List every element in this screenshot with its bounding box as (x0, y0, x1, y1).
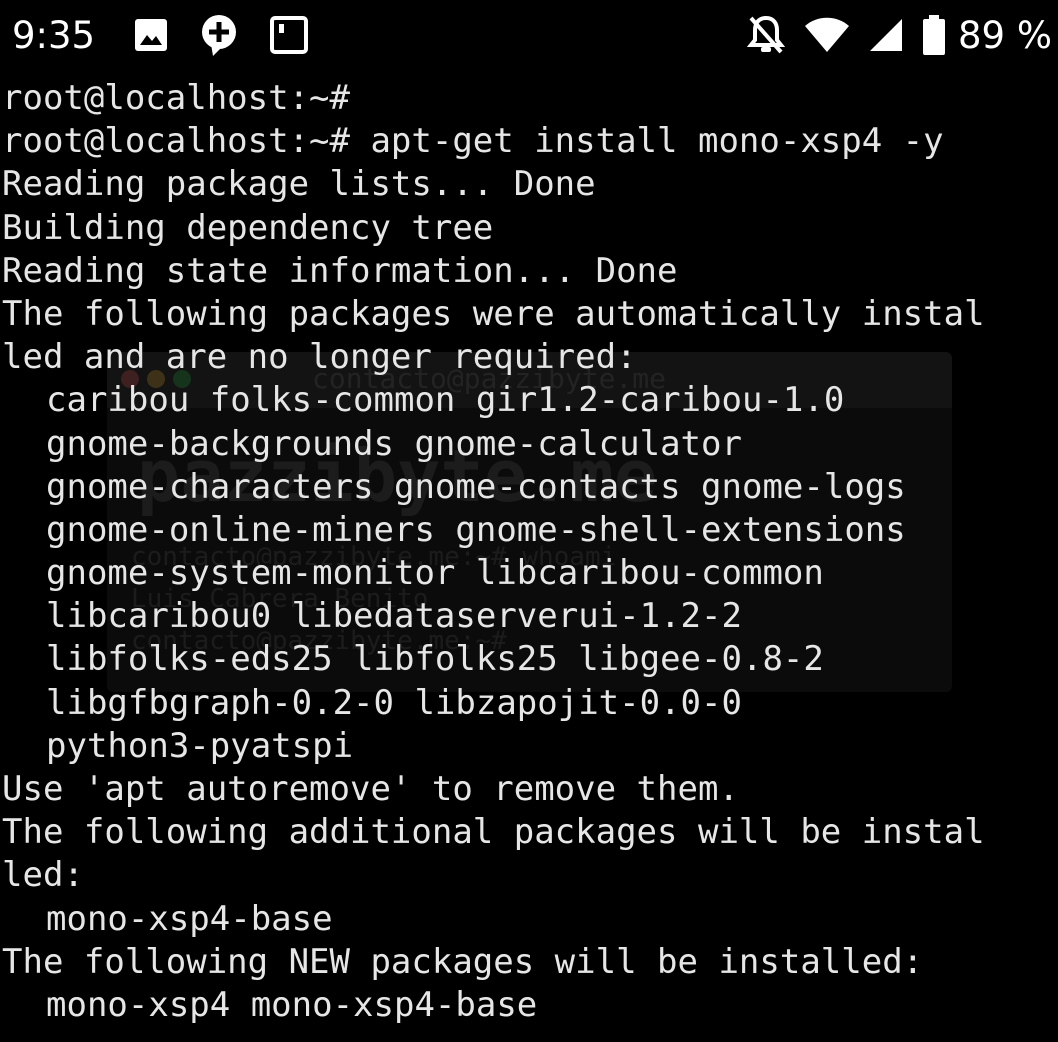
battery-percent: 89 % (958, 13, 1052, 57)
terminal-line: gnome-backgrounds gnome-calculator (46, 423, 742, 464)
terminal-line: led and are no longer required: (2, 337, 637, 378)
status-bar: 9:35 89 % (0, 0, 1058, 70)
cell-signal-icon (868, 17, 904, 53)
screen-icon (269, 15, 309, 55)
status-bar-left: 9:35 (12, 13, 339, 57)
terminal-line: gnome-characters gnome-contacts gnome-lo… (46, 466, 906, 507)
terminal-line: gnome-online-miners gnome-shell-extensio… (46, 509, 906, 550)
terminal-line: mono-xsp4-base (46, 898, 333, 939)
terminal-line: gnome-system-monitor libcaribou-common (46, 553, 824, 594)
terminal-line: led: (2, 855, 84, 896)
terminal-line: libgfbgraph-0.2-0 libzapojit-0.0-0 (46, 682, 742, 723)
battery-icon (922, 14, 946, 56)
status-bar-right: 89 % (746, 14, 1052, 57)
terminal-line: root@localhost:~# (2, 78, 350, 118)
terminal-line: mono-xsp4 mono-xsp4-base (46, 984, 538, 1025)
terminal-line: python3-pyatspi (46, 725, 354, 766)
terminal-line: The following additional packages will b… (2, 812, 985, 853)
chat-plus-icon (199, 13, 239, 57)
terminal-line: Building dependency tree (2, 207, 494, 248)
terminal-output[interactable]: root@localhost:~# root@localhost:~# apt-g… (2, 77, 1058, 1027)
status-time: 9:35 (12, 13, 96, 57)
terminal-line: The following NEW packages will be insta… (2, 941, 924, 982)
image-icon (133, 17, 169, 53)
terminal-line: libcaribou0 libedataserverui-1.2-2 (46, 596, 742, 637)
terminal-line: caribou folks-common gir1.2-caribou-1.0 (46, 380, 845, 421)
wifi-icon (804, 16, 850, 54)
terminal-line: root@localhost:~# apt-get install mono-x… (2, 121, 944, 162)
notifications-off-icon (746, 14, 786, 56)
terminal-line: Reading state information... Done (2, 250, 678, 291)
terminal-line: libfolks-eds25 libfolks25 libgee-0.8-2 (46, 639, 824, 680)
terminal-line: Use 'apt autoremove' to remove them. (2, 769, 739, 809)
terminal-line: Reading package lists... Done (2, 164, 596, 205)
terminal-line: The following packages were automaticall… (2, 293, 985, 334)
